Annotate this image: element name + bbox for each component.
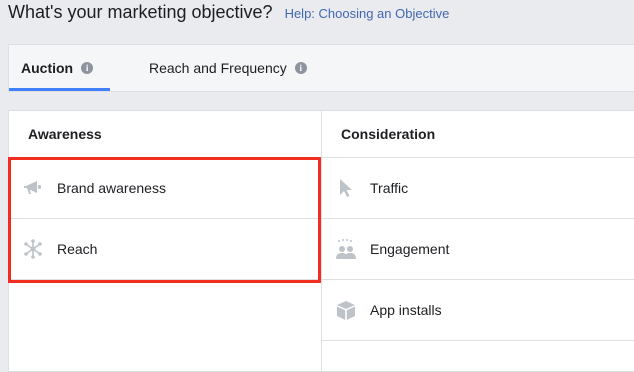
tab-auction-label: Auction xyxy=(21,60,74,76)
page-header: What's your marketing objective? Help: C… xyxy=(8,2,449,30)
tab-bar: Auction i Reach and Frequency i xyxy=(8,44,634,92)
objective-columns: Awareness Brand awareness Reach Consider… xyxy=(8,110,634,372)
objective-panel: Auction i Reach and Frequency i Awarenes… xyxy=(8,44,634,372)
objective-label: Reach xyxy=(57,241,98,257)
objective-label: Traffic xyxy=(370,180,409,196)
objective-label: Engagement xyxy=(370,241,450,257)
megaphone-icon xyxy=(21,176,45,200)
info-icon[interactable]: i xyxy=(81,62,94,74)
tab-auction[interactable]: Auction i xyxy=(21,45,94,91)
tab-reach-and-frequency[interactable]: Reach and Frequency i xyxy=(149,45,307,91)
info-icon[interactable]: i xyxy=(294,62,307,74)
cursor-icon xyxy=(334,176,358,200)
box-icon xyxy=(334,298,358,322)
help-link[interactable]: Help: Choosing an Objective xyxy=(285,6,450,21)
awareness-column: Awareness Brand awareness Reach xyxy=(9,111,322,371)
objective-engagement[interactable]: Engagement xyxy=(322,219,634,280)
people-icon xyxy=(334,237,358,261)
objective-app-installs[interactable]: App installs xyxy=(322,280,634,341)
objective-traffic[interactable]: Traffic xyxy=(322,158,634,219)
active-tab-indicator xyxy=(9,88,110,91)
reach-icon xyxy=(21,237,45,261)
page-title: What's your marketing objective? xyxy=(8,2,273,22)
consideration-heading: Consideration xyxy=(322,111,634,158)
objective-reach[interactable]: Reach xyxy=(9,219,321,280)
consideration-column: Consideration Traffic Engagement App ins… xyxy=(322,111,634,371)
awareness-heading: Awareness xyxy=(9,111,321,158)
objective-label: Brand awareness xyxy=(57,180,166,196)
tab-reach-and-frequency-label: Reach and Frequency xyxy=(149,60,287,76)
objective-brand-awareness[interactable]: Brand awareness xyxy=(9,158,321,219)
objective-label: App installs xyxy=(370,302,442,318)
